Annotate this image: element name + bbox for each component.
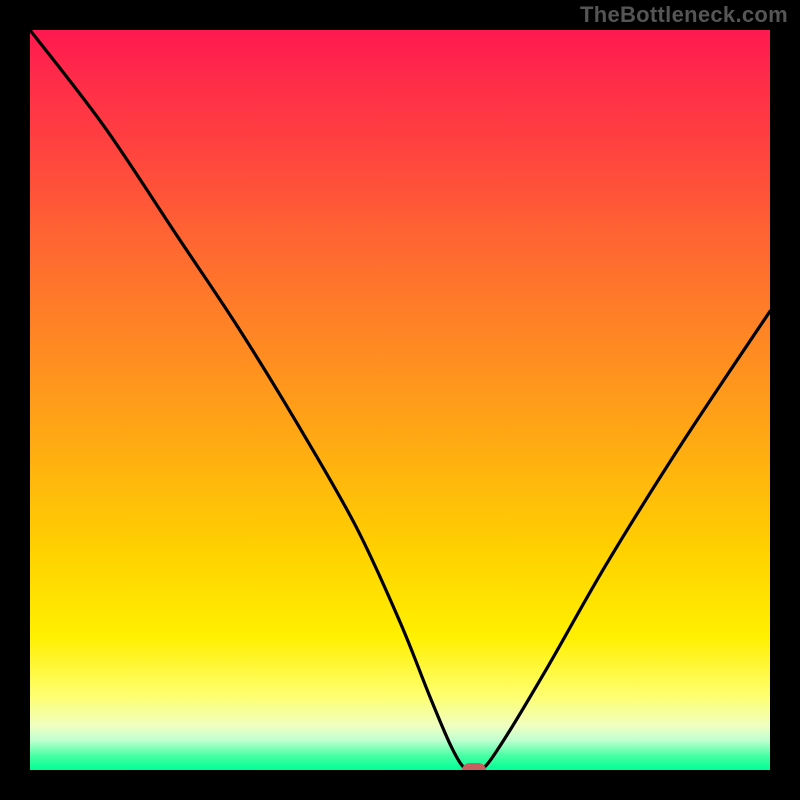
watermark-text: TheBottleneck.com [580, 2, 788, 28]
chart-stage: TheBottleneck.com [0, 0, 800, 800]
min-marker [462, 763, 486, 770]
plot-area [30, 30, 770, 770]
bottleneck-curve [30, 30, 770, 770]
